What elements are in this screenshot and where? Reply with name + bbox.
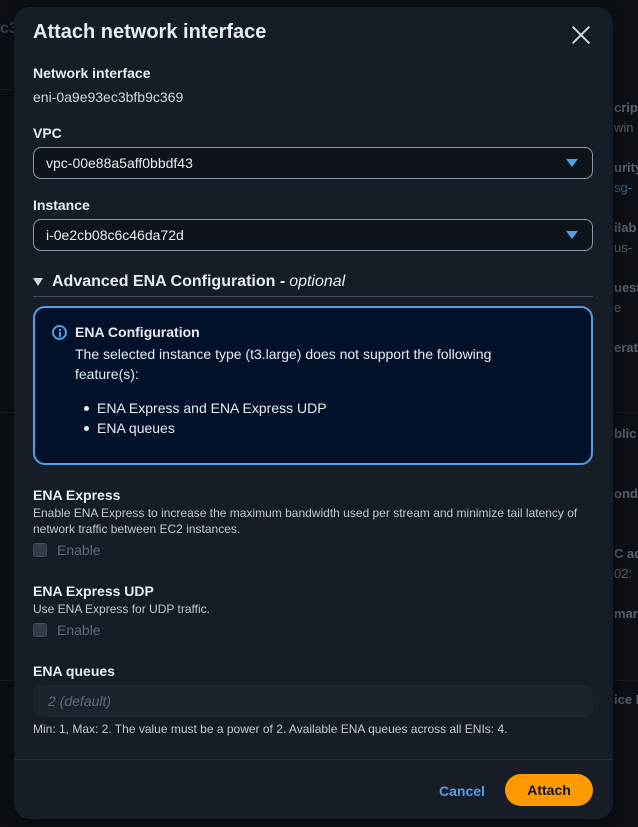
instance-label: Instance bbox=[33, 197, 90, 213]
ena-express-udp-checkbox[interactable] bbox=[33, 623, 47, 637]
close-icon[interactable] bbox=[570, 24, 592, 46]
vpc-label: VPC bbox=[33, 125, 62, 141]
caret-down-icon bbox=[566, 159, 578, 167]
info-icon bbox=[52, 325, 67, 340]
advanced-ena-configuration-toggle[interactable]: Advanced ENA Configuration - optional bbox=[33, 273, 593, 297]
caret-down-icon bbox=[566, 231, 578, 239]
instance-select-value: i-0e2cb08c6c46da72d bbox=[46, 227, 184, 243]
vpc-select-value: vpc-00e88a5aff0bbdf43 bbox=[46, 155, 193, 171]
ena-express-checkbox[interactable] bbox=[33, 543, 47, 557]
ena-express-udp-checkbox-row[interactable]: Enable bbox=[33, 622, 101, 638]
ena-queues-constraint: Min: 1, Max: 2. The value must be a powe… bbox=[33, 722, 508, 736]
ena-express-description: Enable ENA Express to increase the maxim… bbox=[33, 506, 578, 536]
ena-express-udp-checkbox-label: Enable bbox=[57, 622, 101, 638]
footer-divider bbox=[14, 759, 613, 760]
list-item: ENA Express and ENA Express UDP bbox=[84, 400, 327, 416]
attach-button[interactable]: Attach bbox=[505, 774, 593, 806]
modal-title: Attach network interface bbox=[33, 21, 267, 43]
advanced-section-title: Advanced ENA Configuration - bbox=[52, 273, 286, 290]
list-item: ENA queues bbox=[84, 418, 327, 438]
cancel-button[interactable]: Cancel bbox=[432, 775, 492, 807]
unsupported-features-list: ENA Express and ENA Express UDP ENA queu… bbox=[84, 398, 327, 438]
optional-tag: optional bbox=[289, 273, 346, 290]
vpc-select[interactable]: vpc-00e88a5aff0bbdf43 bbox=[33, 147, 593, 179]
alert-body: The selected instance type (t3.large) do… bbox=[75, 346, 492, 382]
ena-express-label: ENA Express bbox=[33, 487, 121, 503]
ena-express-udp-label: ENA Express UDP bbox=[33, 583, 154, 599]
ena-express-checkbox-row[interactable]: Enable bbox=[33, 542, 101, 558]
ena-express-udp-description: Use ENA Express for UDP traffic. bbox=[33, 602, 210, 616]
ena-express-checkbox-label: Enable bbox=[57, 542, 101, 558]
network-interface-value: eni-0a9e93ec3bfb9c369 bbox=[33, 89, 184, 105]
alert-title: ENA Configuration bbox=[75, 324, 200, 340]
ena-queues-input[interactable]: 2 (default) bbox=[33, 685, 593, 717]
network-interface-label: Network interface bbox=[33, 65, 151, 81]
ena-queues-label: ENA queues bbox=[33, 663, 115, 679]
caret-down-icon bbox=[33, 278, 43, 286]
ena-configuration-alert: ENA Configuration The selected instance … bbox=[33, 306, 593, 465]
attach-network-interface-modal: Attach network interface Network interfa… bbox=[14, 7, 613, 819]
instance-select[interactable]: i-0e2cb08c6c46da72d bbox=[33, 219, 593, 251]
